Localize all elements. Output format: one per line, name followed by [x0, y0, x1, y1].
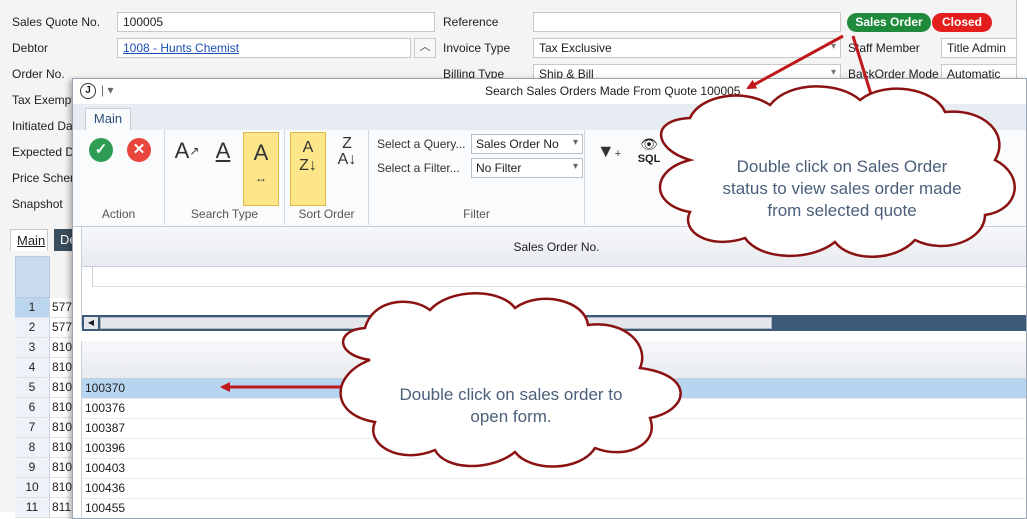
- chevron-up-icon[interactable]: ︿: [414, 38, 436, 58]
- group-label-filter: Filter: [463, 207, 490, 221]
- search-grid: Sales Order No. ◀ |||: [81, 227, 1026, 331]
- label-staff-member: Staff Member: [848, 41, 920, 55]
- results-header: [82, 341, 1026, 379]
- table-row[interactable]: 9 810: [15, 458, 75, 478]
- reference-field[interactable]: [533, 12, 841, 32]
- label-sales-quote-no: Sales Quote No.: [12, 15, 101, 29]
- row-number: 11: [15, 498, 50, 517]
- sales-quote-no-field[interactable]: 100005: [117, 12, 435, 32]
- group-sort-order: A Z↓ Z A↓ Sort Order: [285, 130, 369, 225]
- label-initiated: Initiated Dat: [12, 119, 77, 133]
- sql-label: SQL: [637, 153, 661, 165]
- table-row[interactable]: 11 811: [15, 498, 75, 518]
- sales-order-row[interactable]: 100376: [82, 399, 1026, 419]
- search-sales-orders-window: J | ▾ Search Sales Orders Made From Quot…: [72, 78, 1027, 519]
- sales-order-row[interactable]: 100455: [82, 499, 1026, 518]
- check-icon[interactable]: ✓: [89, 138, 113, 162]
- table-row[interactable]: 1 577: [15, 298, 75, 318]
- filter-select[interactable]: No Filter: [471, 158, 583, 178]
- label-debtor: Debtor: [12, 41, 49, 55]
- sort-az-icon[interactable]: A Z↓: [290, 132, 326, 206]
- text-underline-icon[interactable]: A: [205, 134, 241, 170]
- group-label-search-type: Search Type: [190, 207, 259, 221]
- cancel-icon[interactable]: ✕: [127, 138, 151, 162]
- query-label: Select a Query...: [377, 137, 466, 151]
- results-grid: 100370 100376 100387 100396 100403 100436 1004…: [81, 341, 1026, 518]
- group-search-type: A↗ A A ↔ Search Type: [165, 130, 285, 225]
- column-header-sales-order-no[interactable]: Sales Order No.: [82, 227, 1026, 267]
- table-row[interactable]: 10 810: [15, 478, 75, 498]
- sql-button[interactable]: 👁 SQL: [635, 136, 663, 165]
- table-row[interactable]: 8 810: [15, 438, 75, 458]
- row-number: 5: [15, 378, 50, 397]
- eye-icon: 👁: [640, 136, 658, 152]
- table-row[interactable]: 2 577: [15, 318, 75, 338]
- invoice-type-select[interactable]: Tax Exclusive: [533, 38, 841, 58]
- sales-order-row[interactable]: 100370: [82, 379, 1026, 399]
- label-expected: Expected De: [12, 145, 81, 159]
- group-filter: Select a Query... Sales Order No Select …: [369, 130, 585, 225]
- label-price-scheme: Price Schem: [12, 171, 81, 185]
- row-number: 10: [15, 478, 50, 497]
- group-tools: ▼+ 👁 SQL Sh: [591, 130, 751, 225]
- tab-main[interactable]: Main: [10, 229, 48, 251]
- ribbon-tab-strip: Main: [73, 104, 1026, 131]
- row-number: 7: [15, 418, 50, 437]
- label-order-no: Order No.: [12, 67, 65, 81]
- grid-corner: [15, 256, 50, 298]
- app-logo-icon: J: [80, 83, 96, 99]
- table-row[interactable]: 7 810: [15, 418, 75, 438]
- scroll-left-icon[interactable]: ◀: [84, 317, 98, 329]
- table-row[interactable]: 6 810: [15, 398, 75, 418]
- label-snapshot: Snapshot: [12, 197, 63, 211]
- window-title-bar: J | ▾ Search Sales Orders Made From Quot…: [73, 79, 1026, 104]
- row-number: 6: [15, 398, 50, 417]
- group-label-sort-order: Sort Order: [298, 207, 355, 221]
- scrollbar-thumb[interactable]: |||: [100, 317, 772, 329]
- ribbon-tab-main[interactable]: Main: [85, 108, 131, 131]
- group-action: ✓ ✕ Action: [73, 130, 165, 225]
- row-number: 1: [15, 298, 50, 317]
- label-invoice-type: Invoice Type: [443, 41, 511, 55]
- lines-grid: 1 577 2 577 3 810 4 810 5 810 6 810 7 810 8 810 9 810 10 81…: [15, 256, 75, 518]
- row-number: 9: [15, 458, 50, 477]
- sales-order-row[interactable]: 100436: [82, 479, 1026, 499]
- sort-za-icon[interactable]: Z A↓: [329, 134, 365, 170]
- filter-label: Select a Filter...: [377, 161, 460, 175]
- grid-filter-row[interactable]: [92, 267, 1026, 287]
- row-number: 2: [15, 318, 50, 337]
- quick-access-menu-icon[interactable]: | ▾: [101, 83, 113, 97]
- label-tax-exempt: Tax Exempt: [12, 93, 75, 107]
- sales-order-row[interactable]: 100396: [82, 439, 1026, 459]
- row-number: 3: [15, 338, 50, 357]
- label-reference: Reference: [443, 15, 499, 29]
- add-filter-icon[interactable]: ▼+: [591, 134, 627, 170]
- horizontal-scrollbar[interactable]: ◀ |||: [82, 315, 1026, 331]
- row-number: 8: [15, 438, 50, 457]
- window-title: Search Sales Orders Made From Quote 1000…: [485, 84, 741, 98]
- table-row[interactable]: 3 810: [15, 338, 75, 358]
- sales-order-row[interactable]: 100403: [82, 459, 1026, 479]
- group-label-action: Action: [101, 207, 136, 221]
- debtor-link[interactable]: 1008 - Hunts Chemist: [117, 38, 411, 58]
- ribbon: ✓ ✕ Action A↗ A A ↔ Search Type A Z↓ Z A↓ S…: [73, 130, 1026, 227]
- show-label: Sh: [715, 135, 729, 147]
- closed-status-badge: Closed: [932, 13, 992, 32]
- table-row[interactable]: 4 810: [15, 358, 75, 378]
- table-row[interactable]: 5 810: [15, 378, 75, 398]
- sales-order-status-badge[interactable]: Sales Order: [847, 13, 931, 32]
- text-wide-icon[interactable]: A ↔: [243, 132, 279, 206]
- sales-order-row[interactable]: 100387: [82, 419, 1026, 439]
- row-number: 4: [15, 358, 50, 377]
- text-grow-icon[interactable]: A↗: [169, 134, 205, 170]
- query-select[interactable]: Sales Order No: [471, 134, 583, 154]
- staff-member-field[interactable]: Title Admin: [941, 38, 1017, 58]
